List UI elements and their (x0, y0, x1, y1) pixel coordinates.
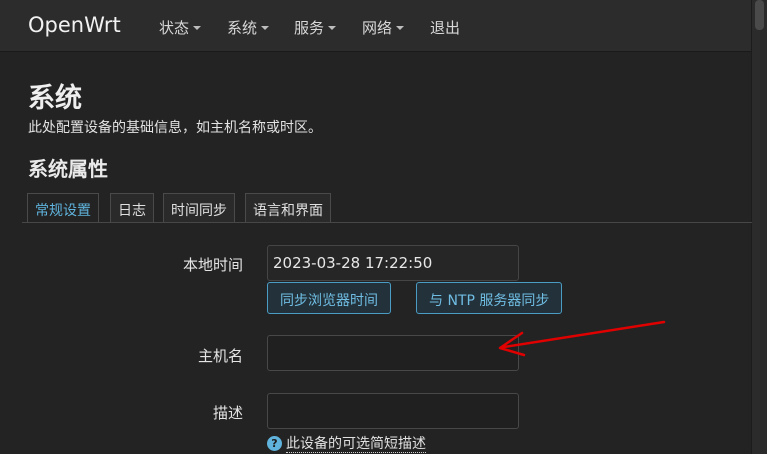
description-label: 描述 (212, 404, 243, 422)
description-hint: ? 此设备的可选简短描述 (267, 433, 426, 453)
hostname-input[interactable] (267, 335, 519, 371)
scrollbar-thumb[interactable] (755, 0, 764, 30)
nav-item-services[interactable]: 服务 (294, 17, 337, 38)
button-label: 与 NTP 服务器同步 (429, 293, 550, 309)
caret-down-icon (396, 25, 405, 30)
caret-down-icon (261, 25, 270, 30)
nav-item-status[interactable]: 状态 (159, 17, 202, 38)
tab-label: 语言和界面 (253, 203, 323, 219)
nav-item-label: 退出 (430, 19, 461, 37)
local-time-label: 本地时间 (182, 256, 243, 274)
nav-item-label: 服务 (294, 19, 325, 37)
page-description: 此处配置设备的基础信息，如主机名称或时区。 (28, 120, 322, 136)
tab-label: 日志 (118, 203, 146, 219)
sync-ntp-button[interactable]: 与 NTP 服务器同步 (416, 282, 563, 314)
caret-down-icon (193, 25, 202, 30)
nav-item-logout[interactable]: 退出 (430, 17, 460, 38)
hostname-label: 主机名 (197, 347, 243, 365)
tab-logging[interactable]: 日志 (110, 193, 154, 222)
section-title: 系统属性 (28, 157, 108, 181)
tabs-divider (22, 222, 752, 223)
nav-item-label: 网络 (362, 19, 393, 37)
nav-item-system[interactable]: 系统 (227, 17, 270, 38)
description-input[interactable] (267, 393, 519, 429)
page-title: 系统 (28, 83, 82, 114)
tab-label: 时间同步 (171, 203, 227, 219)
hint-text: 此设备的可选简短描述 (286, 436, 426, 453)
caret-down-icon (328, 25, 337, 30)
nav-item-network[interactable]: 网络 (362, 17, 405, 38)
brand-logo[interactable]: OpenWrt (28, 13, 121, 37)
local-time-value: 2023-03-28 17:22:50 (273, 254, 433, 272)
button-label: 同步浏览器时间 (280, 293, 378, 309)
top-navbar: OpenWrt 状态 系统 服务 网络 退出 (0, 0, 752, 51)
nav-item-label: 系统 (227, 19, 258, 37)
sync-browser-time-button[interactable]: 同步浏览器时间 (267, 282, 391, 314)
tab-language-ui[interactable]: 语言和界面 (245, 193, 331, 222)
tab-general-settings[interactable]: 常规设置 (27, 193, 99, 223)
nav-item-label: 状态 (159, 19, 190, 37)
help-circle-icon: ? (267, 436, 282, 451)
tab-label: 常规设置 (35, 203, 91, 219)
vertical-scrollbar[interactable] (751, 0, 767, 454)
tab-time-sync[interactable]: 时间同步 (163, 193, 235, 222)
